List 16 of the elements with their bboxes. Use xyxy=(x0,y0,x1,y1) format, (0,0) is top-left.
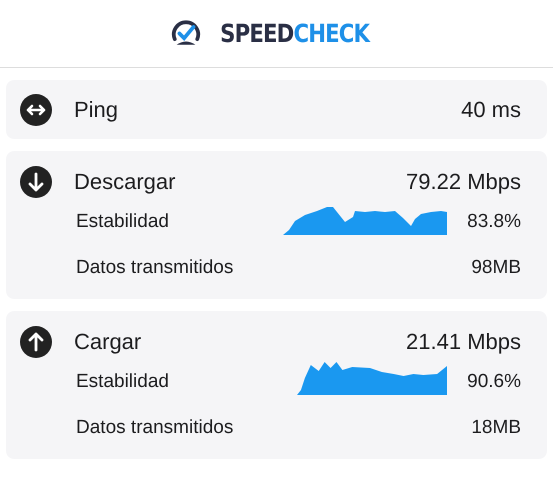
logo-wordmark: SPEEDCHECK xyxy=(220,19,369,48)
data-value: 18MB xyxy=(471,417,521,439)
gauge-check-icon xyxy=(170,20,201,47)
data-value: 98MB xyxy=(471,257,521,279)
speed-value: 21.41 Mbps xyxy=(406,329,521,355)
stability-value: 83.8% xyxy=(466,211,521,233)
data-label: Datos transmitidos xyxy=(76,417,234,439)
speed-label: Cargar xyxy=(74,329,142,355)
stability-label: Estabilidad xyxy=(76,211,169,233)
data-label: Datos transmitidos xyxy=(76,257,234,279)
ping-label: Ping xyxy=(74,97,118,123)
ping-value: 40 ms xyxy=(461,97,521,123)
speed-value: 79.22 Mbps xyxy=(406,169,521,195)
stability-value: 90.6% xyxy=(466,371,521,393)
stability-label: Estabilidad xyxy=(76,371,169,393)
speed-label: Descargar xyxy=(74,169,176,195)
